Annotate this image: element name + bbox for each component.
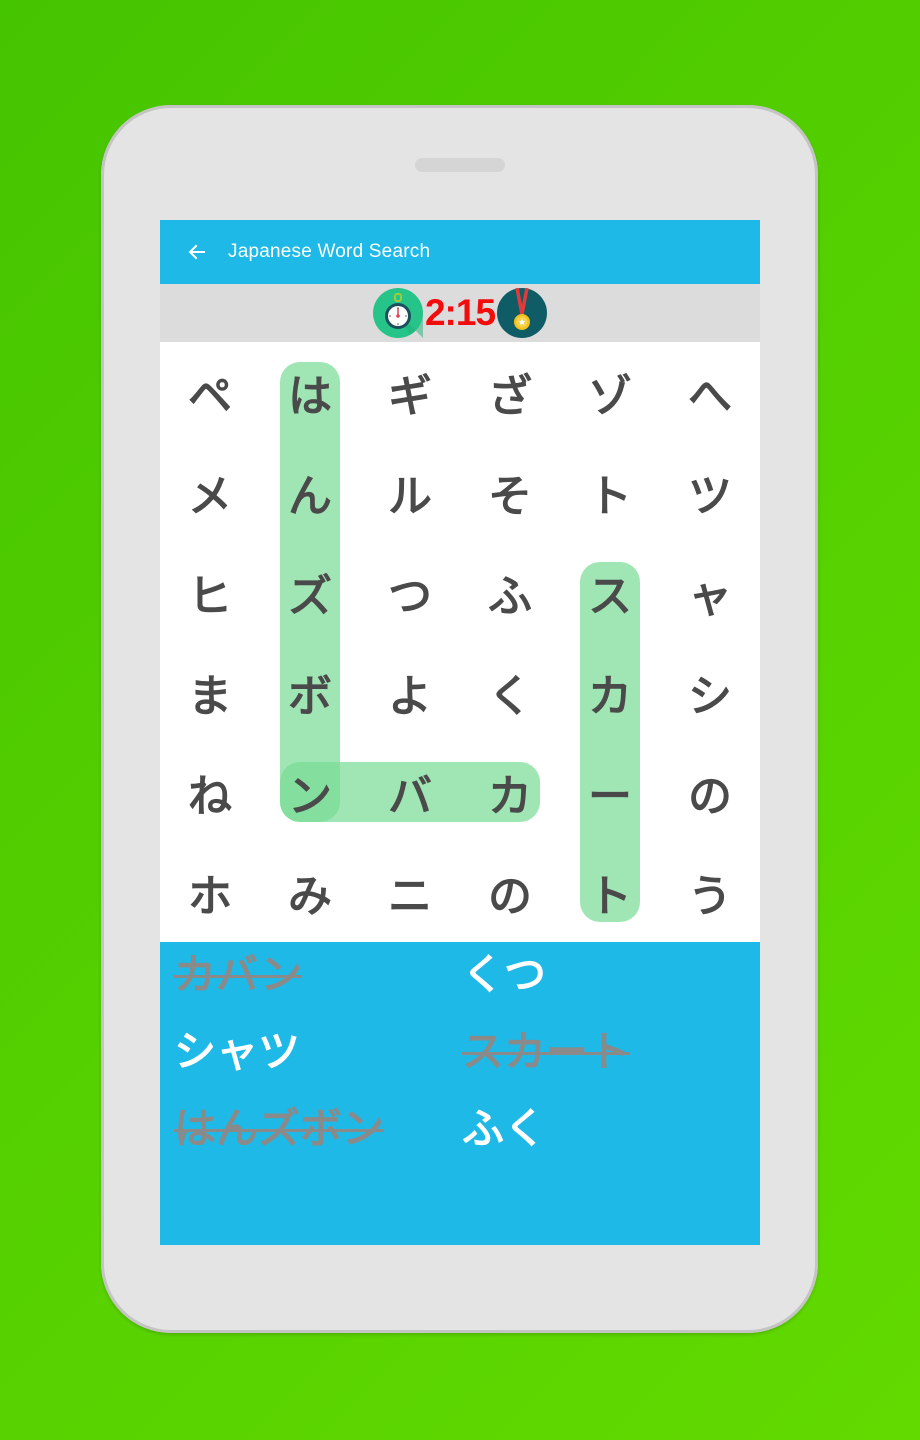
timer-bar: 2:15: [160, 284, 760, 342]
arrow-left-icon: [188, 244, 205, 260]
grid-cell[interactable]: ボ: [260, 642, 360, 742]
grid-cell[interactable]: カ: [560, 642, 660, 742]
grid-cell[interactable]: う: [660, 842, 760, 942]
word-list-item-found: カバン: [174, 950, 303, 999]
grid-cell[interactable]: バ: [360, 742, 460, 842]
grid-cell[interactable]: よ: [360, 642, 460, 742]
grid-cell[interactable]: ル: [360, 442, 460, 542]
stopwatch-icon: [372, 288, 423, 338]
grid-cell[interactable]: ん: [260, 442, 360, 542]
medal-icon[interactable]: [497, 287, 548, 338]
grid-cell[interactable]: の: [660, 742, 760, 842]
word-list-item-found: はんズボン: [174, 1104, 385, 1153]
grid-cell[interactable]: く: [460, 642, 560, 742]
tablet-speaker: [415, 158, 505, 172]
word-list: カバン くつシャツ スカートはんズボン ふく: [160, 942, 760, 1245]
grid-cell[interactable]: ー: [560, 742, 660, 842]
grid-cell[interactable]: ズ: [260, 542, 360, 642]
grid-cell[interactable]: ゾ: [560, 342, 660, 442]
timer-value: 2:15: [424, 292, 496, 333]
grid-cell[interactable]: ニ: [360, 842, 460, 942]
app-screen: Japanese Word Search 2:15 ペ は ギ ざ ゾ へ メ …: [160, 220, 760, 1245]
grid-cell[interactable]: み: [260, 842, 360, 942]
grid-cell[interactable]: メ: [160, 442, 260, 542]
grid-cell[interactable]: ざ: [460, 342, 560, 442]
grid-cell[interactable]: ト: [560, 842, 660, 942]
letter-grid[interactable]: ペはギざゾへメんルそトツヒズつふスャまボよくカシねンバカーのホみニのトう: [160, 342, 760, 942]
grid-cell[interactable]: ト: [560, 442, 660, 542]
grid-cell[interactable]: へ: [660, 342, 760, 442]
word-list-item-found: スカート: [462, 1027, 631, 1076]
word-list-item: シャツ: [174, 1027, 301, 1076]
grid-cell[interactable]: ャ: [660, 542, 760, 642]
word-list-item: くつ: [462, 950, 547, 999]
grid-cell[interactable]: ヒ: [160, 542, 260, 642]
grid-cell[interactable]: ス: [560, 542, 660, 642]
back-button[interactable]: [184, 239, 210, 265]
grid-cell[interactable]: つ: [360, 542, 460, 642]
grid-cell[interactable]: ホ: [160, 842, 260, 942]
grid-cell[interactable]: そ: [460, 442, 560, 542]
page-title: Japanese Word Search: [228, 241, 431, 262]
app-bar: Japanese Word Search: [160, 220, 760, 284]
grid-cell[interactable]: シ: [660, 642, 760, 742]
grid-cell[interactable]: ギ: [360, 342, 460, 442]
grid-cell[interactable]: ね: [160, 742, 260, 842]
grid-cell[interactable]: ツ: [660, 442, 760, 542]
grid-cell[interactable]: は: [260, 342, 360, 442]
grid-cell[interactable]: ペ: [160, 342, 260, 442]
grid-cell[interactable]: ま: [160, 642, 260, 742]
word-list-item: ふく: [462, 1104, 547, 1153]
grid-cell[interactable]: の: [460, 842, 560, 942]
grid-cell[interactable]: ふ: [460, 542, 560, 642]
grid-cell[interactable]: ン: [260, 742, 360, 842]
grid-cell[interactable]: カ: [460, 742, 560, 842]
